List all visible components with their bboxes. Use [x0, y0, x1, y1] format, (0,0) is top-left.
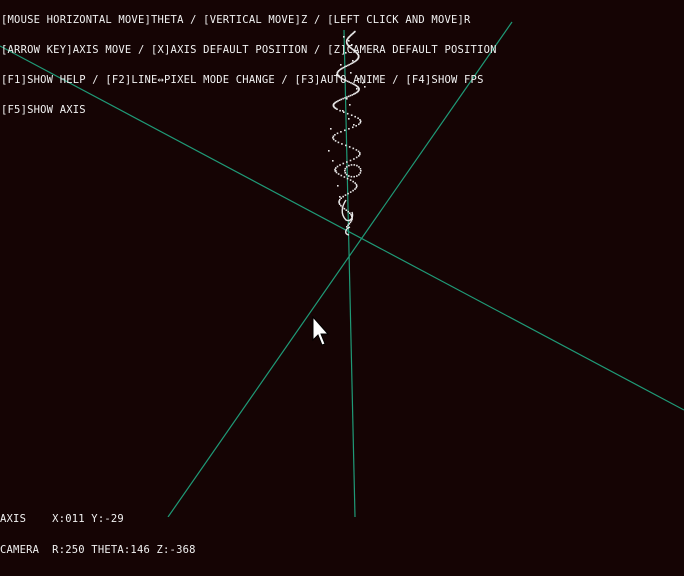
help-line-arrow-keys: [ARROW KEY]AXIS MOVE / [X]AXIS DEFAULT P… — [1, 44, 497, 56]
point — [348, 223, 351, 225]
3d-viewport[interactable]: [MOUSE HORIZONTAL MOVE]THETA / [VERTICAL… — [0, 0, 684, 555]
point — [349, 212, 351, 214]
point — [345, 209, 348, 211]
point — [355, 183, 358, 186]
point — [339, 196, 341, 198]
point — [338, 203, 341, 205]
point — [353, 158, 355, 160]
point — [359, 152, 361, 154]
point — [343, 176, 346, 178]
point — [340, 174, 343, 177]
point — [339, 164, 341, 166]
point — [344, 169, 346, 172]
point — [337, 141, 340, 144]
point — [359, 168, 362, 170]
point — [345, 166, 348, 168]
point — [338, 201, 340, 204]
point — [354, 188, 356, 190]
point — [356, 175, 358, 177]
point — [352, 180, 354, 183]
point — [354, 182, 356, 184]
point — [350, 213, 352, 216]
point — [356, 185, 358, 187]
point — [335, 171, 338, 174]
point — [339, 198, 341, 201]
point — [332, 160, 334, 162]
point — [344, 167, 347, 170]
point — [349, 221, 352, 224]
point — [336, 165, 339, 168]
point — [346, 226, 348, 228]
point — [360, 170, 362, 172]
point — [346, 161, 348, 163]
point — [350, 164, 353, 166]
point — [343, 207, 346, 210]
point — [355, 156, 358, 159]
point — [350, 175, 353, 178]
point — [346, 177, 349, 180]
point — [359, 153, 361, 156]
help-overlay: [MOUSE HORIZONTAL MOVE]THETA / [VERTICAL… — [1, 0, 497, 135]
point — [355, 186, 358, 189]
camera-readout: CAMERA R:250 THETA:146 Z:-368 — [0, 543, 196, 556]
point — [359, 172, 362, 174]
point — [342, 162, 345, 165]
help-line-show-axis: [F5]SHOW AXIS — [1, 104, 86, 116]
point — [349, 191, 352, 193]
point — [340, 204, 342, 207]
point — [341, 143, 343, 145]
point — [358, 155, 360, 157]
point — [342, 195, 344, 198]
point — [337, 185, 339, 187]
arrow-cursor-icon — [312, 316, 330, 346]
point — [353, 164, 356, 166]
point — [345, 173, 348, 176]
point — [348, 175, 350, 177]
help-line-function-keys: [F1]SHOW HELP / [F2]LINE↔PIXEL MODE CHAN… — [1, 74, 484, 86]
point — [344, 194, 347, 196]
point — [357, 150, 360, 153]
axis-readout: AXIS X:011 Y:-29 — [0, 513, 124, 525]
point — [347, 210, 349, 213]
point — [356, 164, 358, 167]
point — [335, 170, 337, 172]
point — [344, 172, 347, 174]
point — [349, 179, 352, 181]
point — [332, 135, 335, 138]
point — [332, 137, 334, 139]
point — [332, 138, 335, 141]
point — [348, 164, 350, 167]
point — [328, 150, 330, 152]
point — [352, 147, 355, 150]
point — [345, 144, 347, 147]
point — [358, 166, 360, 168]
point — [358, 173, 360, 176]
point — [352, 189, 354, 192]
point — [353, 175, 355, 178]
point — [349, 159, 352, 162]
point — [340, 197, 342, 199]
status-overlay: AXIS X:011 Y:-29 CAMERA R:250 THETA:146 … — [0, 494, 196, 575]
help-line-mouse: [MOUSE HORIZONTAL MOVE]THETA / [VERTICAL… — [1, 14, 471, 26]
point — [334, 140, 337, 142]
point — [337, 173, 340, 175]
point — [338, 200, 340, 202]
point — [347, 224, 349, 227]
point — [355, 149, 358, 151]
point — [348, 146, 351, 148]
point — [335, 167, 337, 169]
point — [347, 192, 349, 195]
